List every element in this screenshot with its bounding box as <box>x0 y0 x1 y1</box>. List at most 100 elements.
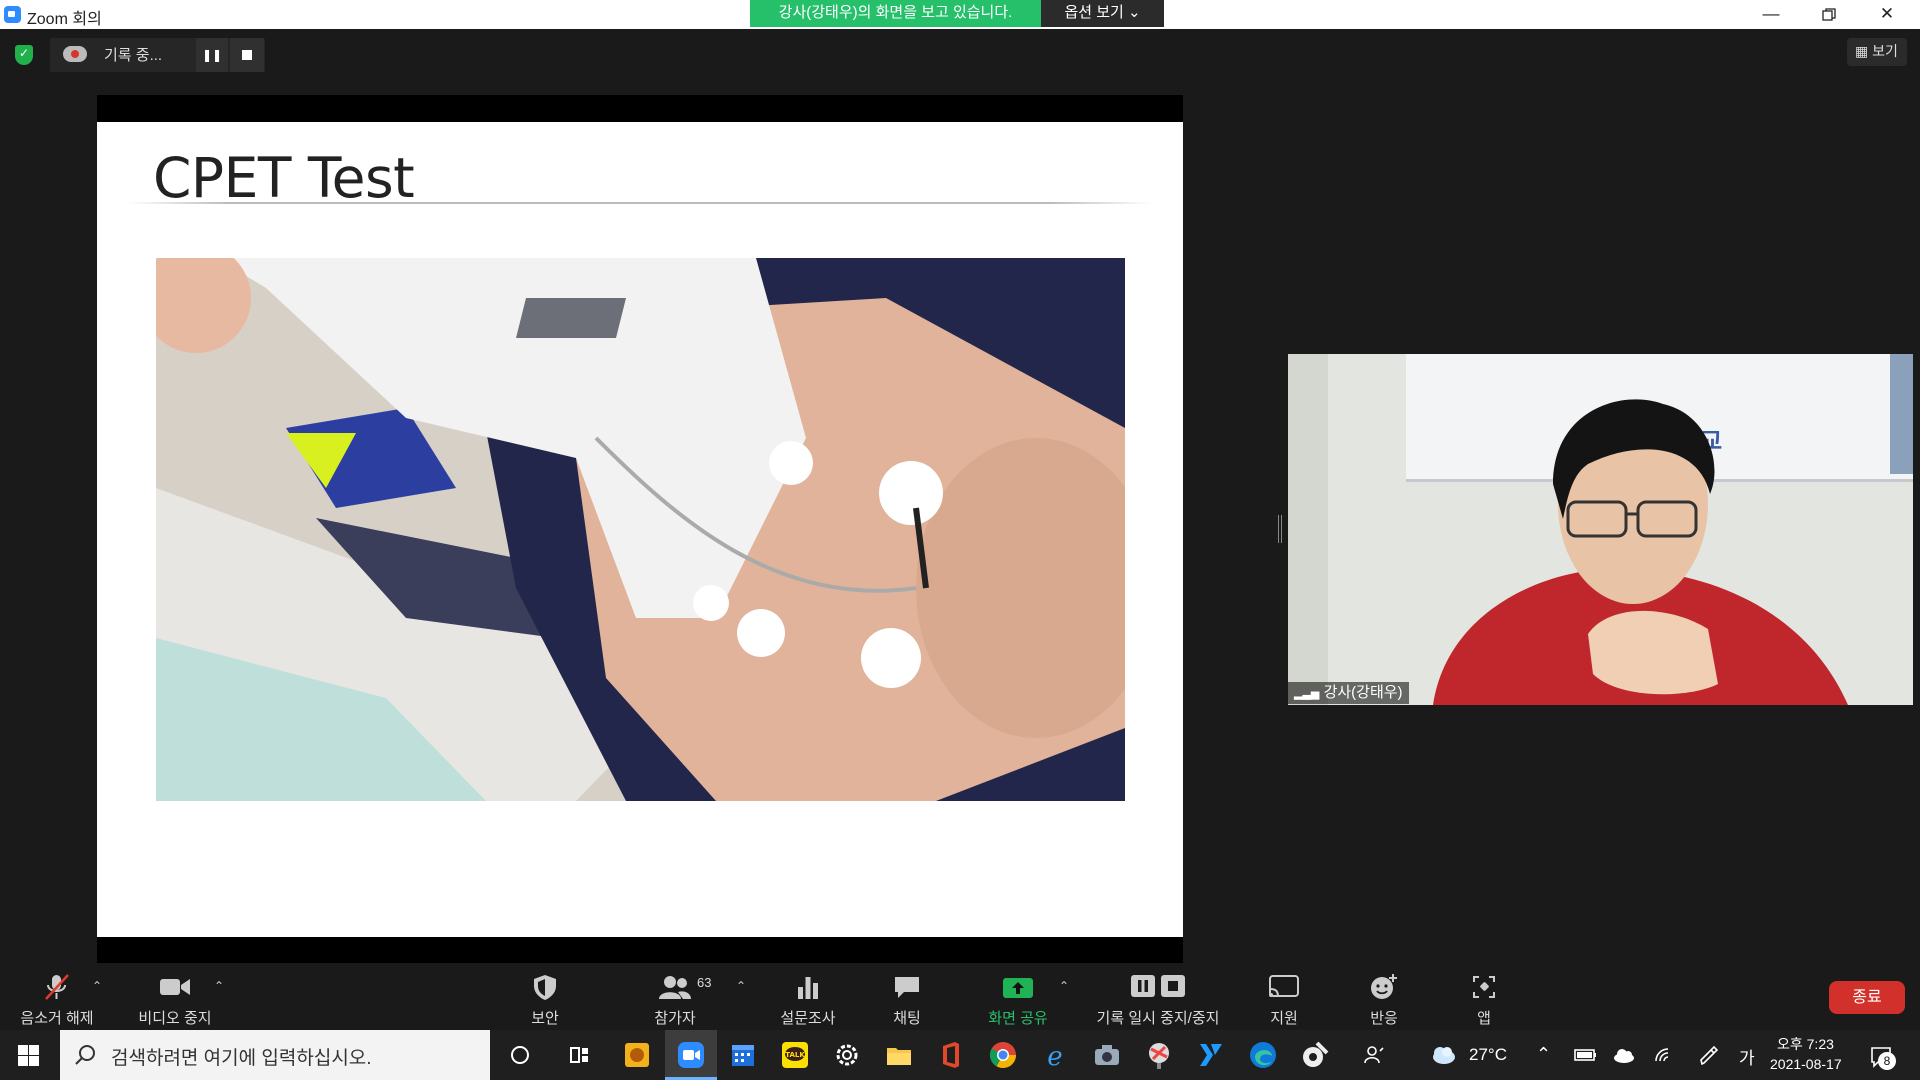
participants-label: 참가자 <box>654 1010 696 1027</box>
share-screen-icon <box>1003 978 1033 998</box>
video-camera-icon <box>160 979 190 995</box>
people-icon[interactable] <box>1359 1039 1391 1071</box>
end-meeting-button[interactable]: 종료 <box>1829 981 1905 1014</box>
participants-button[interactable]: 참가자 <box>645 963 705 1030</box>
snip-tool-icon[interactable] <box>1143 1039 1175 1071</box>
share-options-caret-icon[interactable]: ⌃ <box>1059 979 1069 993</box>
windows-start-icon[interactable] <box>18 1045 39 1066</box>
stop-recording-button[interactable] <box>230 38 264 72</box>
zoom-logo-icon <box>4 6 21 23</box>
clock-date[interactable]: 2021-08-17 <box>1770 1056 1842 1072</box>
bar-chart-icon <box>798 977 818 999</box>
title-bar: Zoom 회의 강사(강태우)의 화면을 보고 있습니다. 옵션 보기 ⌄ — … <box>0 0 1920 29</box>
pen-icon[interactable] <box>1693 1039 1725 1071</box>
onedrive-cloud-icon[interactable] <box>1608 1039 1640 1071</box>
zoom-taskbar-item[interactable] <box>665 1030 717 1080</box>
apps-button[interactable]: 앱 <box>1454 963 1514 1030</box>
video-options-caret-icon[interactable]: ⌃ <box>214 979 224 993</box>
slide-divider <box>127 202 1152 204</box>
security-shield-icon[interactable] <box>15 45 33 65</box>
camera-icon[interactable] <box>1091 1039 1123 1071</box>
minimize-icon[interactable]: — <box>1742 0 1800 29</box>
reactions-button[interactable]: 반응 <box>1354 963 1414 1030</box>
support-label: 지원 <box>1270 1010 1298 1027</box>
reactions-label: 반응 <box>1370 1010 1398 1027</box>
view-button[interactable]: ▦ 보기 <box>1847 38 1907 66</box>
participant-video[interactable]: 학교 ▂▃▅ 강사(강태우) <box>1288 354 1913 705</box>
task-view-icon[interactable] <box>563 1039 595 1071</box>
show-hidden-icons-icon[interactable]: ⌃ <box>1536 1044 1551 1065</box>
file-explorer-icon[interactable] <box>883 1039 915 1071</box>
presentation-slide: CPET Test <box>97 122 1183 937</box>
pause-stop-recording-button[interactable]: 기록 일시 중지/중지 <box>1090 963 1226 1030</box>
grid-icon: ▦ <box>1855 43 1869 59</box>
windows-taskbar: 검색하려면 여기에 입력하십시오. TALK e 27°C ⌃ 가 오후 7:2… <box>0 1030 1920 1080</box>
share-screen-button[interactable]: 화면 공유 <box>982 963 1054 1030</box>
svg-text:TALK: TALK <box>785 1051 805 1059</box>
polls-label: 설문조사 <box>780 1010 836 1027</box>
participants-caret-icon[interactable]: ⌃ <box>736 979 746 993</box>
participant-name-tag: ▂▃▅ 강사(강태우) <box>1288 682 1409 704</box>
satellite-app-icon[interactable] <box>1299 1039 1331 1071</box>
kakaotalk-icon[interactable]: TALK <box>779 1039 811 1071</box>
kitty-app-icon[interactable] <box>1195 1039 1227 1071</box>
apps-icon <box>1473 976 1495 998</box>
app-orange-icon[interactable] <box>621 1039 653 1071</box>
muted-microphone-icon <box>45 974 69 1000</box>
ime-indicator[interactable]: 가 <box>1739 1044 1755 1069</box>
participants-icon <box>659 976 691 999</box>
pause-recording-button[interactable]: ❚❚ <box>196 38 228 72</box>
view-options-button[interactable]: 옵션 보기 ⌄ <box>1041 0 1164 27</box>
chat-button[interactable]: 채팅 <box>877 963 937 1030</box>
weather-cloud-icon <box>1433 1047 1455 1064</box>
calendar-icon[interactable] <box>727 1039 759 1071</box>
security-label: 보안 <box>531 1010 559 1027</box>
meeting-toolbar: 음소거 해제 ⌃ 비디오 중지 ⌃ 보안 참가자 63 ⌃ 설문조사 채팅 화면… <box>0 963 1920 1030</box>
stop-video-label: 비디오 중지 <box>138 1010 212 1027</box>
restore-icon[interactable] <box>1800 0 1858 29</box>
share-screen-label: 화면 공유 <box>988 1010 1048 1027</box>
view-label: 보기 <box>1872 43 1898 59</box>
pause-stop-recording-label: 기록 일시 중지/중지 <box>1096 1010 1220 1027</box>
settings-gear-icon[interactable] <box>831 1039 863 1071</box>
unmute-label: 음소거 해제 <box>20 1010 94 1027</box>
wifi-icon[interactable] <box>1648 1039 1680 1071</box>
svg-text:e: e <box>1047 1042 1062 1071</box>
audio-options-caret-icon[interactable]: ⌃ <box>92 979 102 993</box>
chrome-icon[interactable] <box>987 1039 1019 1071</box>
security-button[interactable]: 보안 <box>515 963 575 1030</box>
slide-title: CPET Test <box>153 146 415 210</box>
notification-badge: 8 <box>1878 1052 1896 1070</box>
window-title: Zoom 회의 <box>27 11 102 28</box>
cortana-icon[interactable] <box>504 1039 536 1071</box>
stop-video-button[interactable]: 비디오 중지 <box>130 963 220 1030</box>
cast-icon <box>1269 975 1299 998</box>
apps-label: 앱 <box>1477 1010 1491 1027</box>
shield-icon <box>534 975 556 1000</box>
chat-label: 채팅 <box>893 1010 921 1027</box>
chat-bubble-icon <box>895 977 919 998</box>
participant-count: 63 <box>697 975 712 990</box>
search-placeholder: 검색하려면 여기에 입력하십시오. <box>111 1048 372 1069</box>
unmute-button[interactable]: 음소거 해제 <box>14 963 100 1030</box>
pause-stop-icon <box>1131 975 1185 997</box>
search-icon <box>75 1045 95 1065</box>
zoom-app-icon <box>678 1042 704 1068</box>
signal-strength-icon: ▂▃▅ <box>1294 688 1320 700</box>
cpet-photo <box>156 258 1125 801</box>
edge-icon[interactable] <box>1247 1039 1279 1071</box>
cloud-recording-icon <box>63 46 87 62</box>
battery-icon[interactable] <box>1569 1039 1601 1071</box>
screen-share-banner: 강사(강태우)의 화면을 보고 있습니다. <box>750 0 1041 27</box>
close-icon[interactable]: ✕ <box>1858 0 1916 29</box>
notification-center[interactable]: 8 <box>1866 1040 1898 1072</box>
participant-name: 강사(강태우) <box>1323 684 1403 701</box>
panel-resize-handle[interactable] <box>1278 515 1282 543</box>
smiley-plus-icon <box>1371 974 1397 999</box>
taskbar-search-box[interactable]: 검색하려면 여기에 입력하십시오. <box>60 1030 490 1080</box>
support-button[interactable]: 지원 <box>1254 963 1314 1030</box>
internet-explorer-icon[interactable]: e <box>1039 1039 1071 1071</box>
polls-button[interactable]: 설문조사 <box>775 963 841 1030</box>
office-icon[interactable] <box>935 1039 967 1071</box>
clock-time[interactable]: 오후 7:23 <box>1777 1034 1834 1054</box>
